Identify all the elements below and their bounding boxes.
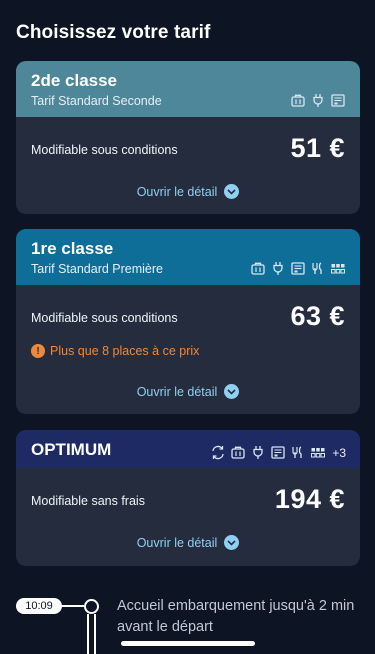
boarding-info: Accueil embarquement jusqu'à 2 min avant…	[117, 598, 355, 635]
amenities-extra-count: +3	[332, 445, 346, 460]
open-detail-link[interactable]: Ouvrir le détail	[16, 384, 360, 399]
ticket-icon	[330, 93, 346, 108]
fare-card-header: OPTIMUM +3	[16, 430, 360, 468]
timeline-stop-dot	[84, 599, 99, 614]
warning-icon: !	[31, 344, 45, 358]
ticket-icon	[290, 261, 306, 276]
chevron-down-icon	[224, 535, 240, 550]
power-plug-icon	[270, 261, 286, 276]
page-title: Choisissez votre tarif	[16, 22, 211, 43]
suitcase-icon	[250, 261, 266, 276]
exchange-icon	[210, 445, 226, 460]
fare-class-name: 1re classe	[31, 239, 114, 258]
fare-card-optimum[interactable]: OPTIMUM +3 Modifiable sans frais 194 € O…	[16, 430, 360, 566]
timeline-connector	[62, 605, 86, 607]
warning-text: Plus que 8 places à ce prix	[50, 344, 200, 358]
availability-warning: ! Plus que 8 places à ce prix	[31, 344, 199, 358]
fare-card-body: Modifiable sous conditions 51 € Ouvrir l…	[16, 117, 360, 214]
home-indicator[interactable]	[121, 641, 255, 646]
fare-card-body: Modifiable sous conditions 63 € ! Plus q…	[16, 285, 360, 414]
power-plug-icon	[310, 93, 326, 108]
fare-card-header: 1re classe Tarif Standard Première	[16, 229, 360, 285]
chevron-down-icon	[224, 384, 240, 399]
open-detail-label: Ouvrir le détail	[136, 535, 218, 550]
amenities-list: +3	[210, 445, 346, 460]
open-detail-label: Ouvrir le détail	[136, 184, 218, 199]
fare-price: 51 €	[290, 133, 345, 163]
timeline-track	[87, 614, 96, 654]
fare-condition: Modifiable sous conditions	[31, 143, 178, 157]
ticket-icon	[270, 445, 286, 460]
chevron-down-icon	[224, 184, 240, 199]
suitcase-icon	[230, 445, 246, 460]
open-detail-label: Ouvrir le détail	[136, 384, 218, 399]
seat-icon	[330, 261, 346, 276]
meal-icon	[290, 445, 306, 460]
fare-price: 63 €	[290, 301, 345, 331]
amenities-list	[250, 261, 346, 276]
power-plug-icon	[250, 445, 266, 460]
fare-class-name: 2de classe	[31, 71, 118, 90]
open-detail-link[interactable]: Ouvrir le détail	[16, 535, 360, 550]
fare-condition: Modifiable sans frais	[31, 494, 145, 508]
fare-selection-screen: Choisissez votre tarif 2de classe Tarif …	[0, 0, 375, 654]
amenities-list	[290, 93, 346, 108]
open-detail-link[interactable]: Ouvrir le détail	[16, 184, 360, 199]
fare-price: 194 €	[274, 484, 345, 514]
fare-card-second-class[interactable]: 2de classe Tarif Standard Seconde Modifi…	[16, 61, 360, 214]
fare-card-first-class[interactable]: 1re classe Tarif Standard Première Modif…	[16, 229, 360, 414]
suitcase-icon	[290, 93, 306, 108]
fare-card-header: 2de classe Tarif Standard Seconde	[16, 61, 360, 117]
seat-icon	[310, 445, 326, 460]
meal-icon	[310, 261, 326, 276]
departure-time: 10:09	[16, 598, 62, 614]
fare-condition: Modifiable sous conditions	[31, 311, 178, 325]
fare-card-body: Modifiable sans frais 194 € Ouvrir le dé…	[16, 468, 360, 566]
